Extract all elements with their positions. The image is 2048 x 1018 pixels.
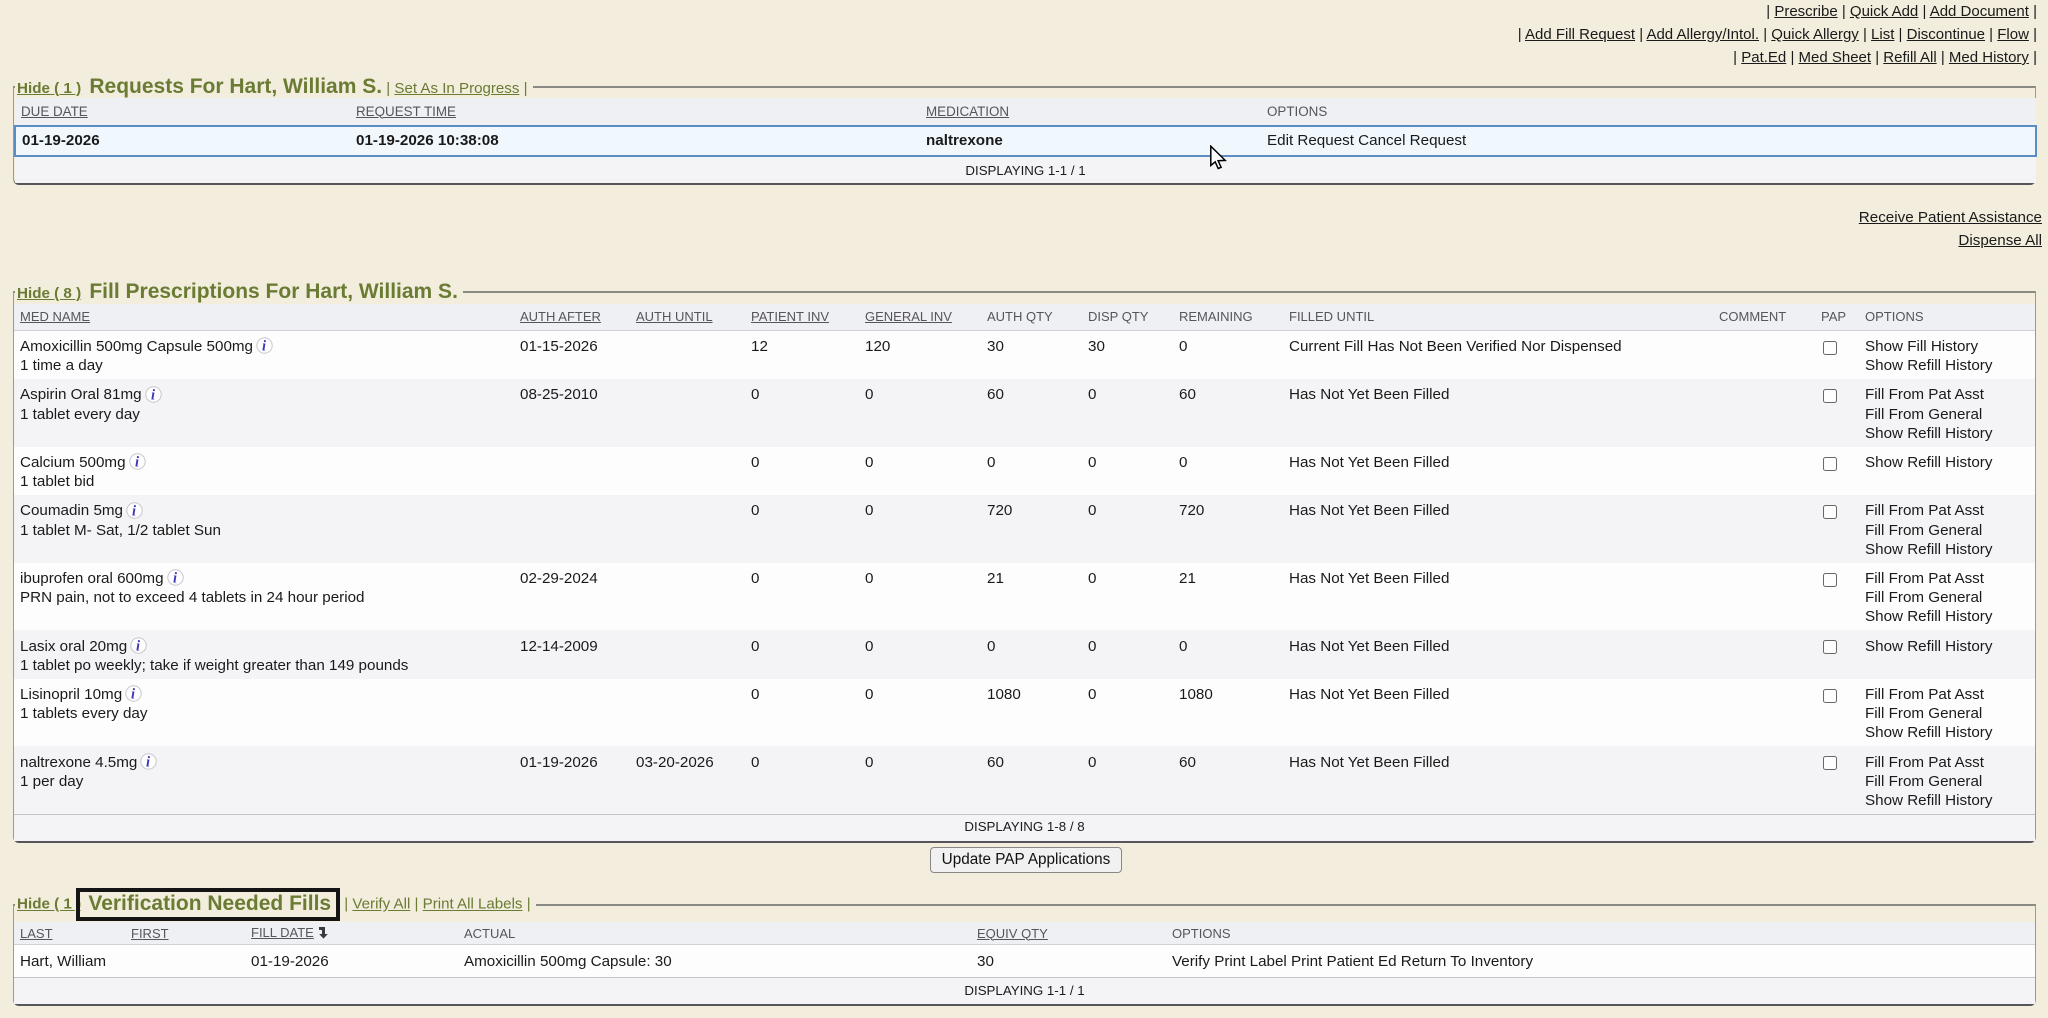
svg-text:i: i (173, 571, 177, 587)
svg-text:i: i (146, 754, 150, 770)
svg-text:i: i (262, 339, 266, 355)
svg-text:i: i (131, 687, 135, 703)
svg-text:i: i (136, 638, 140, 654)
svg-text:i: i (132, 503, 136, 519)
svg-text:i: i (151, 387, 155, 403)
svg-text:i: i (135, 455, 139, 471)
